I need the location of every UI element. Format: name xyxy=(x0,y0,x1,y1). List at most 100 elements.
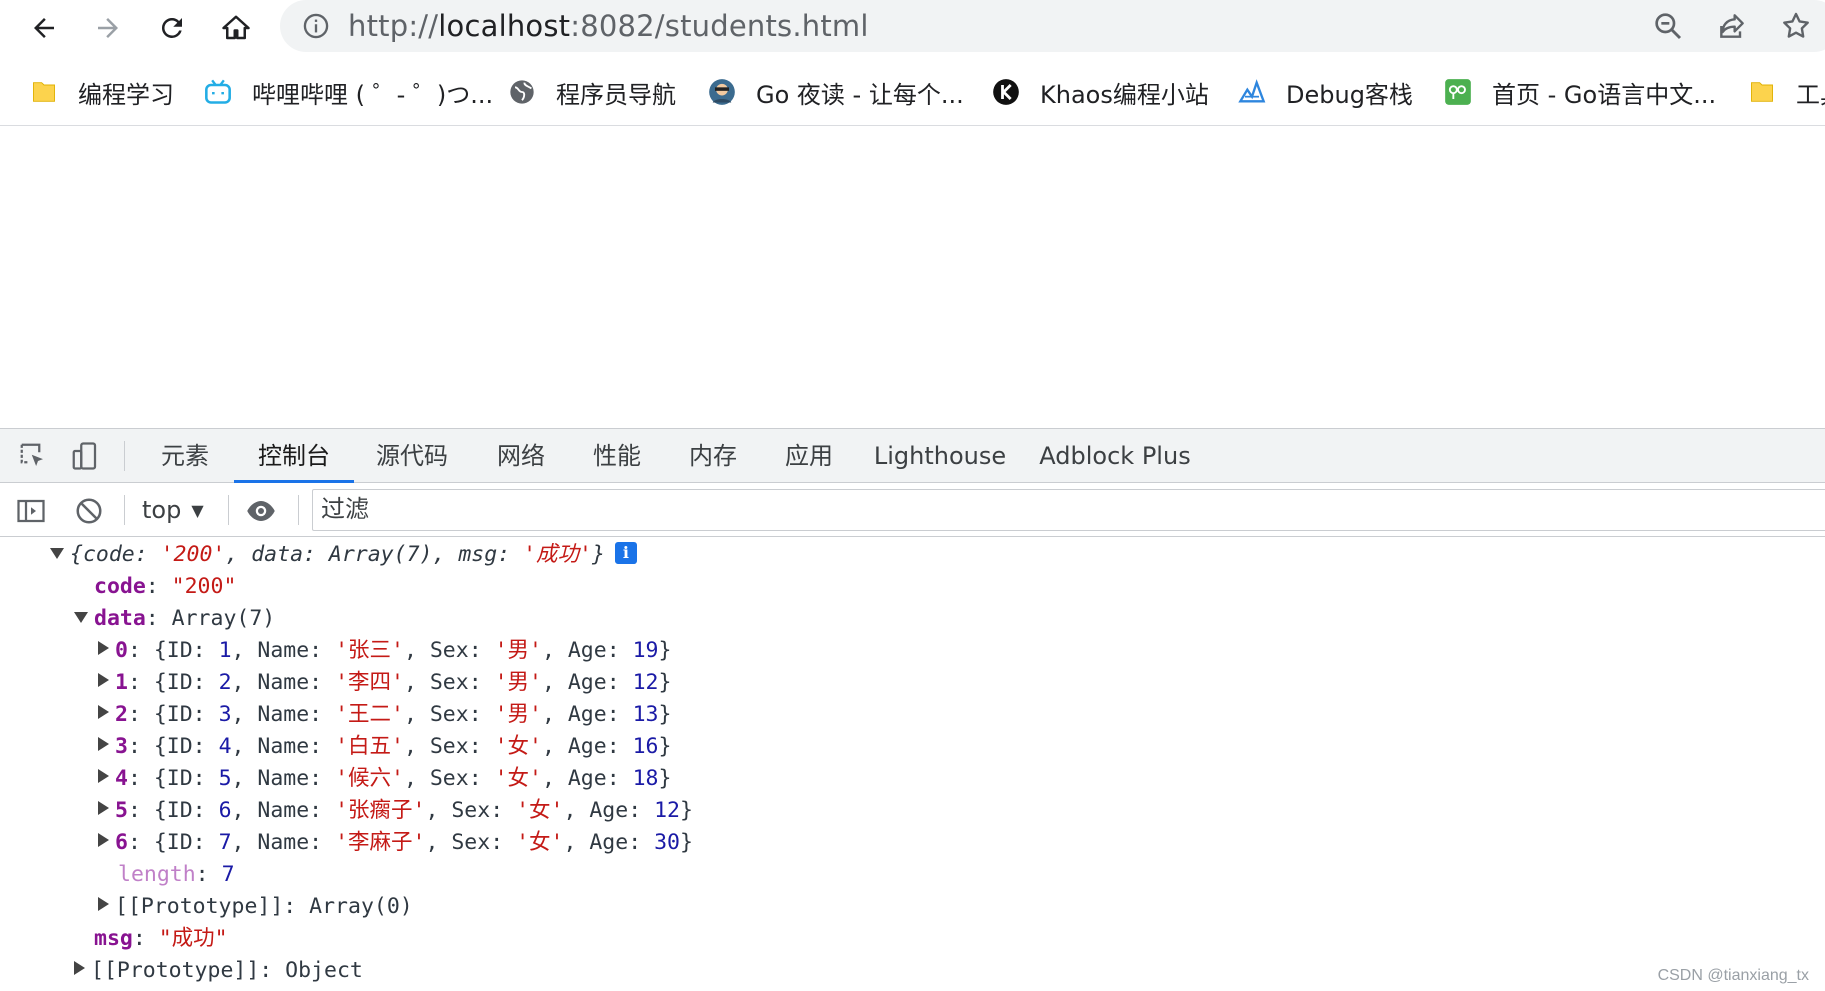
object-summary-line[interactable]: {code: '200', data: Array(7), msg: '成功'}… xyxy=(50,539,637,571)
expand-toggle-icon[interactable] xyxy=(98,641,109,655)
expand-toggle-icon[interactable] xyxy=(98,833,109,847)
bookmark-label: 工具 xyxy=(1796,80,1825,109)
folder-icon xyxy=(1751,82,1773,102)
row-index: 5 xyxy=(115,798,128,823)
device-toolbar-icon[interactable] xyxy=(70,441,100,471)
eye-icon[interactable] xyxy=(246,496,276,526)
row-sex: '女' xyxy=(494,766,542,791)
array-item-row[interactable]: 2: {ID: 3, Name: '王二', Sex: '男', Age: 13… xyxy=(98,699,671,731)
home-button[interactable] xyxy=(214,6,258,50)
row-age: 30 xyxy=(654,830,680,855)
property-data[interactable]: data: Array(7) xyxy=(74,603,275,635)
row-age: 19 xyxy=(632,638,659,663)
length-value: 7 xyxy=(221,862,235,887)
array-item-row[interactable]: 3: {ID: 4, Name: '白五', Sex: '女', Age: 16… xyxy=(98,731,671,763)
address-bar[interactable]: http://localhost:8082/students.html xyxy=(280,0,1825,52)
tab-elements[interactable]: 元素 xyxy=(140,429,230,483)
data-label: Array(7) xyxy=(171,606,276,631)
bookmark-label: 首页 - Go语言中文... xyxy=(1492,80,1717,109)
arrow-right-icon xyxy=(98,18,118,38)
row-sex: '男' xyxy=(494,702,542,727)
sidebar-toggle-icon[interactable] xyxy=(16,496,46,526)
row-sex: '女' xyxy=(516,830,564,855)
context-selector[interactable]: top ▼ xyxy=(142,493,204,527)
expand-toggle-icon[interactable] xyxy=(74,612,88,623)
bookmark-item[interactable]: 首页 - Go语言中文... xyxy=(1444,72,1716,112)
row-index: 6 xyxy=(115,830,128,855)
go-cn-icon xyxy=(1445,79,1471,105)
debug-logo-icon xyxy=(1238,79,1266,103)
tab-application[interactable]: 应用 xyxy=(762,429,856,483)
row-age: 18 xyxy=(632,766,659,791)
expand-toggle-icon[interactable] xyxy=(98,801,109,815)
row-index: 3 xyxy=(115,734,128,759)
array-item-row[interactable]: 1: {ID: 2, Name: '李四', Sex: '男', Age: 12… xyxy=(98,667,671,699)
bookmark-item[interactable]: Debug客栈 xyxy=(1238,72,1413,112)
url-text[interactable]: http://localhost:8082/students.html xyxy=(348,9,869,43)
array-prototype-value: Array(0) xyxy=(309,894,413,919)
tab-sources[interactable]: 源代码 xyxy=(364,429,460,483)
reload-icon xyxy=(161,17,182,38)
bookmark-item[interactable]: 程序员导航 xyxy=(508,72,676,112)
row-id: 6 xyxy=(218,798,232,823)
row-age: 12 xyxy=(654,798,680,823)
tab-performance[interactable]: 性能 xyxy=(570,429,664,483)
tab-memory[interactable]: 内存 xyxy=(666,429,760,483)
expand-toggle-icon[interactable] xyxy=(74,961,85,975)
devtools-tab-bar: 元素 控制台 源代码 网络 性能 内存 应用 Lighthouse Adbloc… xyxy=(0,429,1825,483)
expand-toggle-icon[interactable] xyxy=(98,705,109,719)
array-item-row[interactable]: 5: {ID: 6, Name: '张瘸子', Sex: '女', Age: 1… xyxy=(98,795,693,827)
avatar-icon xyxy=(709,79,735,105)
info-icon[interactable] xyxy=(302,12,330,40)
object-prototype-value: Object xyxy=(285,958,363,983)
expand-toggle-icon[interactable] xyxy=(50,548,64,559)
array-item-row[interactable]: 0: {ID: 1, Name: '张三', Sex: '男', Age: 19… xyxy=(98,635,671,667)
code-value: "200" xyxy=(171,574,237,599)
arrow-left-icon xyxy=(34,18,54,38)
forward-button[interactable] xyxy=(86,6,130,50)
row-id: 7 xyxy=(218,830,232,855)
globe-icon xyxy=(510,80,534,104)
bookmark-item[interactable]: 编程学习 xyxy=(30,72,174,112)
tab-console[interactable]: 控制台 xyxy=(234,429,354,483)
object-prototype-line[interactable]: [[Prototype]]: Object xyxy=(74,955,363,987)
expand-toggle-icon[interactable] xyxy=(98,673,109,687)
summary-msg: '成功' xyxy=(523,542,592,567)
bookmark-label: 哔哩哔哩 ( ゜- ゜)つ... xyxy=(252,80,494,109)
tab-adblock-plus[interactable]: Adblock Plus xyxy=(1030,429,1200,483)
bookmark-label: 编程学习 xyxy=(78,80,174,109)
zoom-icon[interactable] xyxy=(1652,10,1684,42)
row-sex: '男' xyxy=(494,670,542,695)
array-item-row[interactable]: 4: {ID: 5, Name: '候六', Sex: '女', Age: 18… xyxy=(98,763,671,795)
array-prototype-line[interactable]: [[Prototype]]: Array(0) xyxy=(98,891,413,923)
msg-value: "成功" xyxy=(158,926,228,951)
bookmark-item[interactable]: Khaos编程小站 xyxy=(992,72,1209,112)
array-item-row[interactable]: 6: {ID: 7, Name: '李麻子', Sex: '女', Age: 3… xyxy=(98,827,693,859)
expand-toggle-icon[interactable] xyxy=(98,737,109,751)
k-logo-icon xyxy=(993,79,1019,105)
bookmark-star-icon[interactable] xyxy=(1780,10,1812,42)
filter-input[interactable] xyxy=(312,489,1825,531)
share-icon[interactable] xyxy=(1716,10,1748,42)
inspect-element-icon[interactable] xyxy=(18,441,48,471)
expand-toggle-icon[interactable] xyxy=(98,897,109,911)
tab-network[interactable]: 网络 xyxy=(474,429,568,483)
bookmark-item[interactable]: 工具 xyxy=(1748,72,1825,112)
devtools-panel: 元素 控制台 源代码 网络 性能 内存 应用 Lighthouse Adbloc… xyxy=(0,428,1825,991)
tab-lighthouse[interactable]: Lighthouse xyxy=(870,429,1010,483)
summary-data: Array(7) xyxy=(328,542,433,567)
row-name: '白五' xyxy=(335,734,404,759)
bookmark-item[interactable]: Go 夜读 - 让每个... xyxy=(708,72,964,112)
back-button[interactable] xyxy=(22,6,66,50)
row-age: 13 xyxy=(632,702,659,727)
info-badge-icon[interactable]: i xyxy=(614,542,637,564)
property-length: length: 7 xyxy=(118,862,235,887)
clear-console-icon[interactable] xyxy=(74,496,104,526)
reload-button[interactable] xyxy=(150,6,194,50)
expand-toggle-icon[interactable] xyxy=(98,769,109,783)
caret-down-icon: ▼ xyxy=(191,501,204,520)
home-icon xyxy=(222,15,250,40)
row-age: 16 xyxy=(632,734,659,759)
page-content xyxy=(0,127,1825,427)
bookmark-item[interactable]: 哔哩哔哩 ( ゜- ゜)つ... xyxy=(204,72,493,112)
